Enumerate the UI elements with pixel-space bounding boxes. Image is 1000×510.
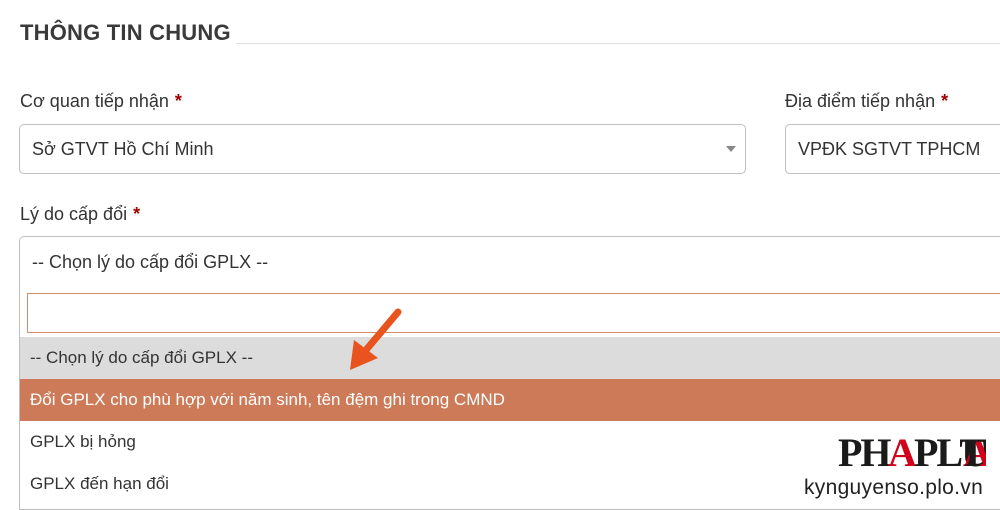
form-page: THÔNG TIN CHUNG Cơ quan tiếp nhận * Sở GT…: [0, 0, 1000, 510]
section-title: THÔNG TIN CHUNG: [20, 20, 231, 45]
annotation-arrow-icon: [350, 308, 402, 370]
reason-label-text: Lý do cấp đổi: [20, 204, 128, 224]
reason-option-correct-info[interactable]: Đổi GPLX cho phù hợp với năm sinh, tên đ…: [20, 379, 1000, 421]
reason-required-mark: *: [133, 204, 141, 224]
option-label: GPLX đến hạn đổi: [30, 474, 169, 493]
option-label: GPLX bị hỏng: [30, 432, 136, 451]
agency-required-mark: *: [174, 91, 182, 111]
reason-select-value[interactable]: -- Chọn lý do cấp đổi GPLX --: [32, 252, 268, 273]
section-divider: [236, 43, 1000, 44]
agency-select-value: Sở GTVT Hồ Chí Minh: [32, 138, 214, 159]
agency-label: Cơ quan tiếp nhận *: [20, 91, 182, 112]
agency-label-text: Cơ quan tiếp nhận: [20, 91, 169, 111]
reason-option-placeholder[interactable]: -- Chọn lý do cấp đổi GPLX --: [20, 337, 1000, 379]
reason-label: Lý do cấp đổi *: [20, 204, 140, 225]
watermark-site-url: kynguyenso.plo.vn: [804, 476, 984, 499]
svg-text:PH: PH: [838, 430, 891, 472]
location-required-mark: *: [941, 91, 949, 111]
svg-text:T: T: [959, 430, 986, 472]
chevron-down-icon: [726, 146, 736, 152]
phapluat-logo: PH A PLU A T: [838, 430, 986, 472]
location-select[interactable]: VPĐK SGTVT TPHCM: [785, 124, 1000, 174]
option-label: Đổi GPLX cho phù hợp với năm sinh, tên đ…: [30, 390, 505, 409]
option-label: -- Chọn lý do cấp đổi GPLX --: [30, 348, 253, 367]
agency-select[interactable]: Sở GTVT Hồ Chí Minh: [19, 124, 746, 174]
svg-text:A: A: [888, 430, 917, 472]
reason-search-input[interactable]: [27, 293, 1000, 333]
location-select-value: VPĐK SGTVT TPHCM: [798, 138, 981, 159]
location-label-text: Địa điểm tiếp nhận: [785, 91, 936, 111]
location-label: Địa điểm tiếp nhận *: [785, 91, 948, 112]
